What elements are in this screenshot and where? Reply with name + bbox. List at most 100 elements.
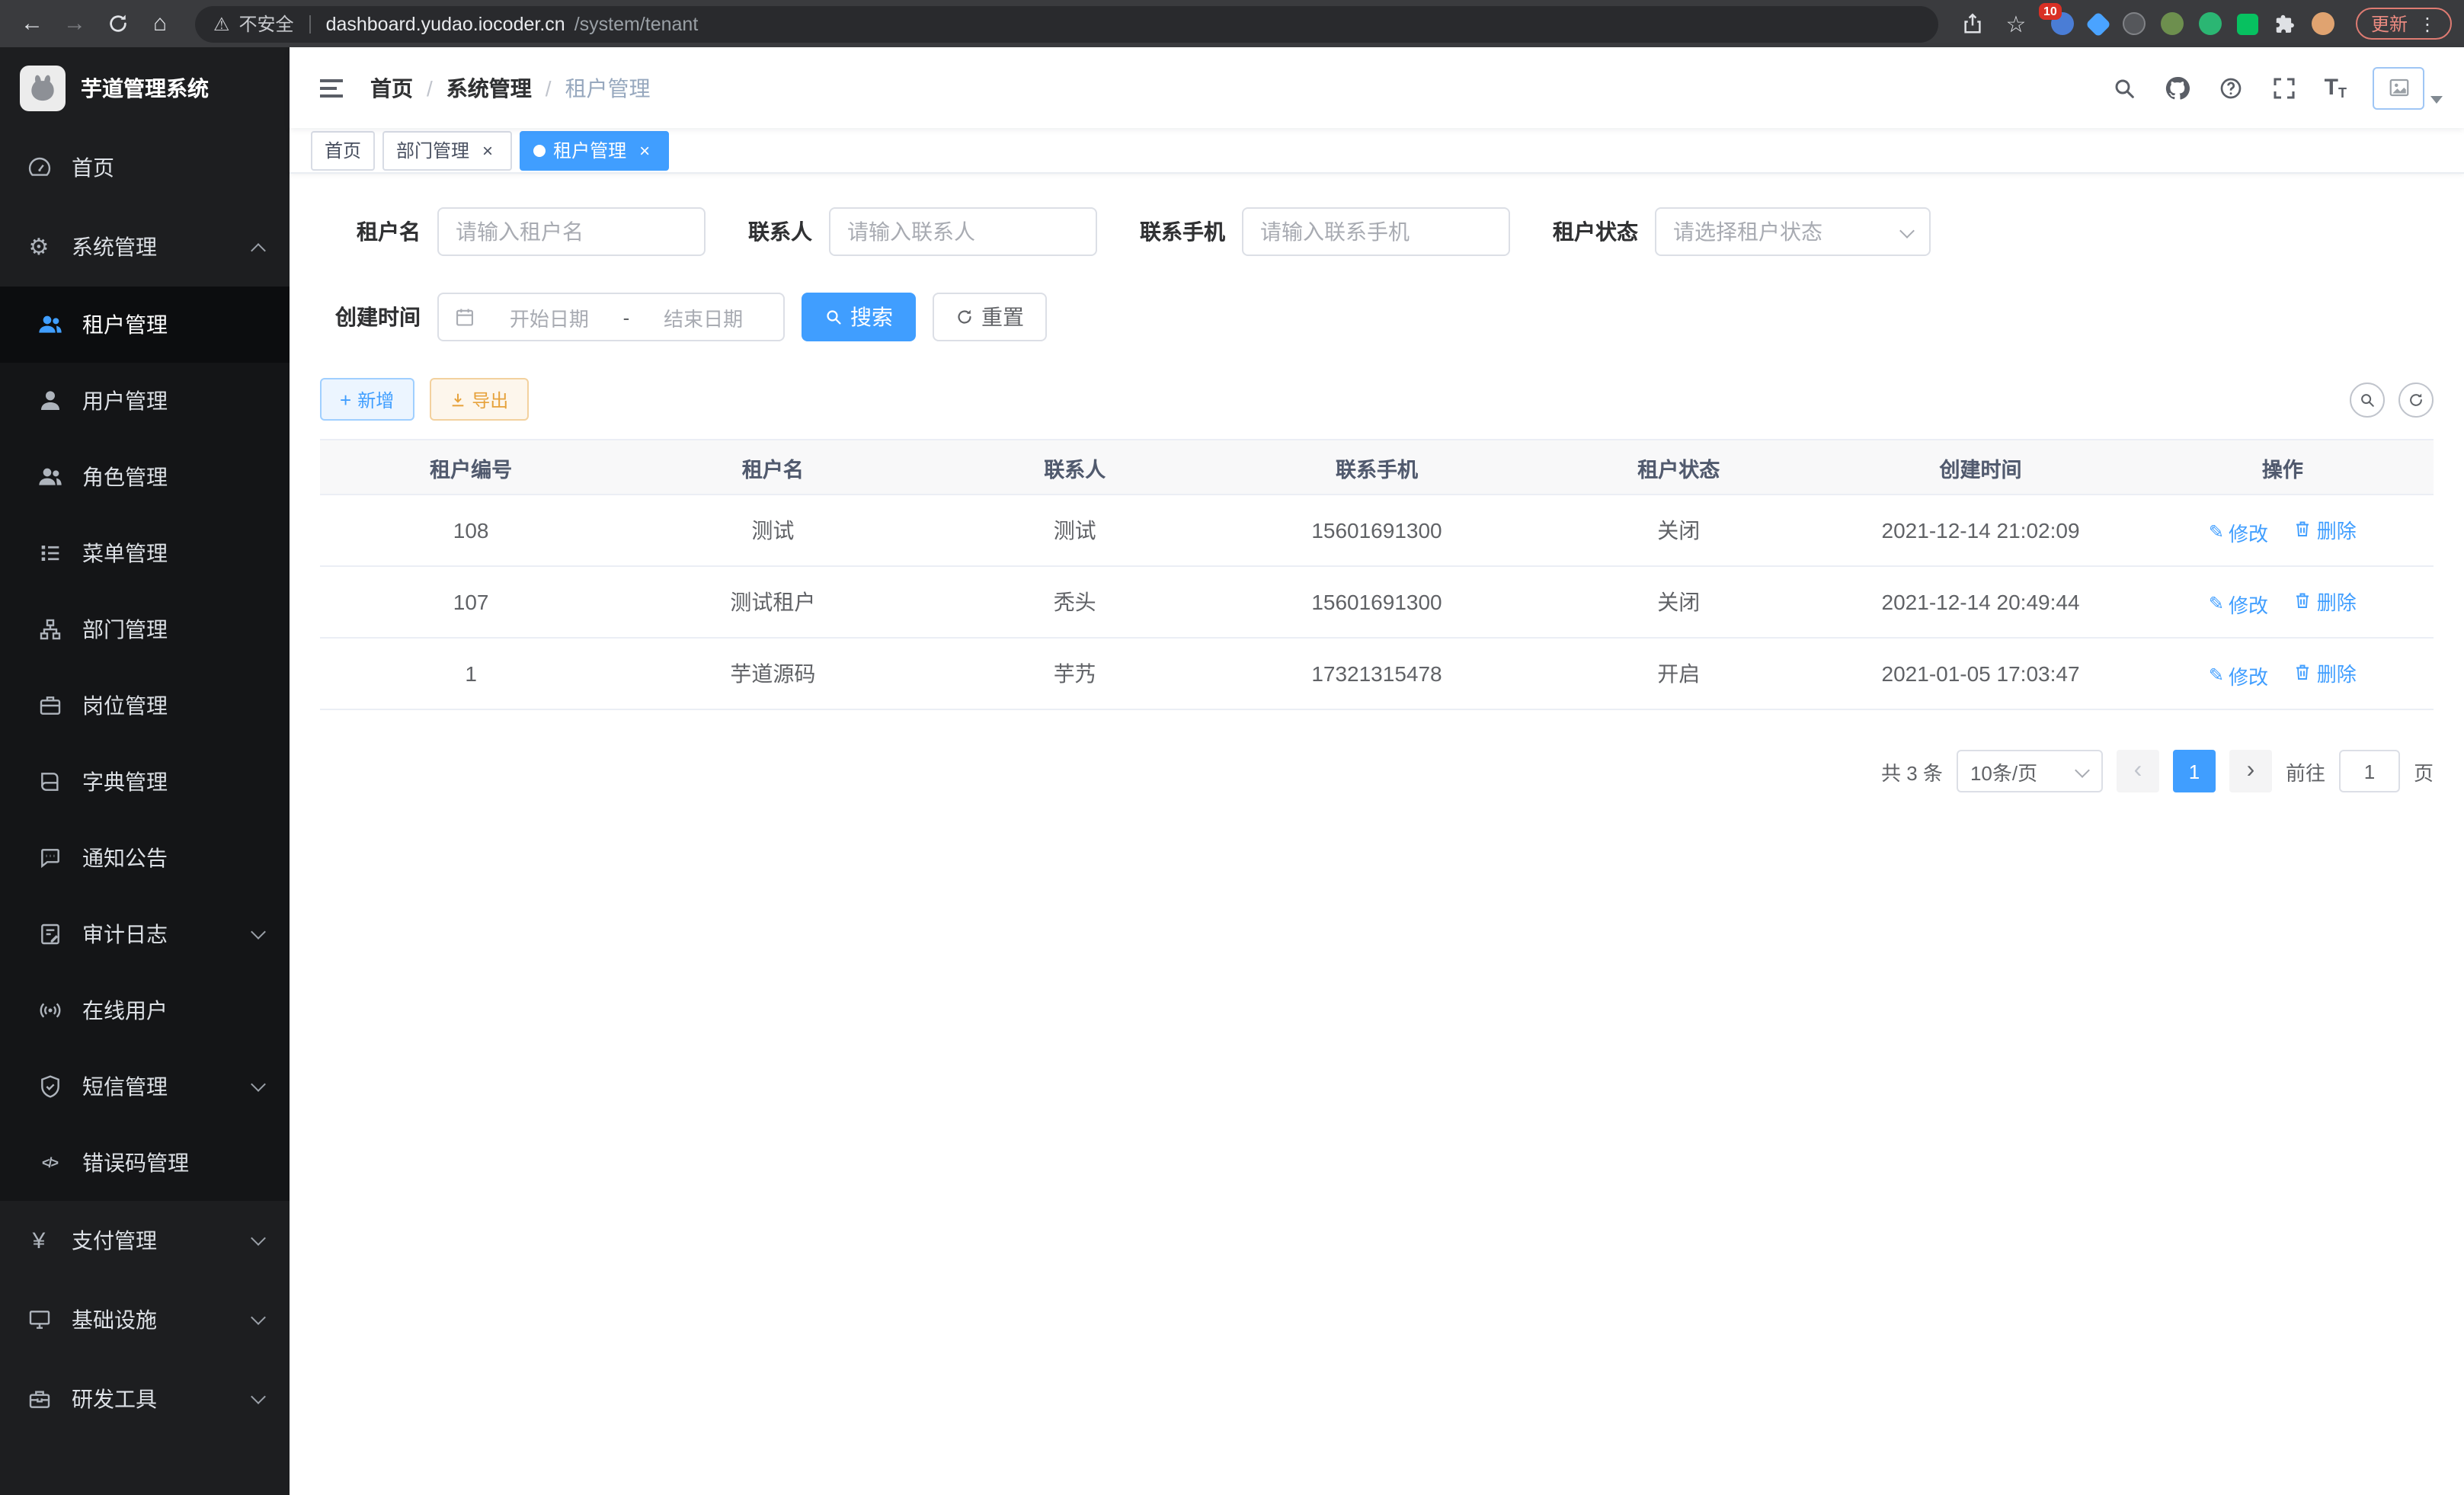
tab-home[interactable]: 首页 <box>311 130 375 170</box>
toolbar-right-actions <box>2350 382 2434 417</box>
sidebar-item-payment[interactable]: ¥ 支付管理 <box>0 1201 290 1280</box>
sidebar-item-infra[interactable]: 基础设施 <box>0 1280 290 1359</box>
fullscreen-icon[interactable] <box>2271 74 2299 101</box>
font-size-icon[interactable]: TT <box>2325 75 2347 101</box>
app-logo[interactable]: 芋道管理系统 <box>0 47 290 128</box>
breadcrumb-separator: / <box>427 75 433 100</box>
sidebar-item-home[interactable]: 首页 <box>0 128 290 207</box>
sidebar-item-error-code[interactable]: </> 错误码管理 <box>0 1125 290 1201</box>
sidebar: 芋道管理系统 首页 ⚙ 系统管理 租户管理 <box>0 47 290 1495</box>
close-icon[interactable]: × <box>477 139 498 161</box>
page-size-value: 10条/页 <box>1970 757 2037 786</box>
delete-label: 删除 <box>2317 514 2357 543</box>
sidebar-item-menu[interactable]: 菜单管理 <box>0 515 290 591</box>
cell-status: 开启 <box>1528 638 1829 709</box>
edit-link[interactable]: ✎修改 <box>2209 517 2268 546</box>
search-icon[interactable] <box>2111 74 2139 101</box>
breadcrumb-home[interactable]: 首页 <box>370 72 413 103</box>
home-icon[interactable]: ⌂ <box>140 5 180 42</box>
delete-link[interactable]: 删除 <box>2294 586 2357 615</box>
next-page-button[interactable]: › <box>2229 750 2272 792</box>
sidebar-item-audit-log[interactable]: 审计日志 <box>0 896 290 972</box>
date-range-picker[interactable]: 开始日期 - 结束日期 <box>437 293 785 341</box>
cell-tenant-name: 测试租户 <box>622 566 923 638</box>
sidebar-item-user[interactable]: 用户管理 <box>0 363 290 439</box>
reset-button[interactable]: 重置 <box>933 293 1047 341</box>
end-date-placeholder: 结束日期 <box>638 303 768 331</box>
delete-link[interactable]: 删除 <box>2294 514 2357 543</box>
sidebar-item-label: 研发工具 <box>72 1384 157 1414</box>
toggle-search-button[interactable] <box>2350 382 2385 417</box>
page-size-select[interactable]: 10条/页 <box>1957 750 2103 792</box>
logo-image <box>20 65 66 110</box>
sidebar-item-dept[interactable]: 部门管理 <box>0 591 290 667</box>
search-icon <box>824 308 843 326</box>
extension-icon-5[interactable] <box>2199 12 2222 35</box>
update-button[interactable]: 更新 ⋮ <box>2356 8 2452 40</box>
sidebar-item-sms[interactable]: 短信管理 <box>0 1048 290 1125</box>
edit-link[interactable]: ✎修改 <box>2209 661 2268 690</box>
address-bar[interactable]: ⚠ 不安全 dashboard.yudao.iocoder.cn /system… <box>195 5 1938 42</box>
user-avatar-menu[interactable] <box>2373 66 2443 109</box>
github-icon[interactable] <box>2165 74 2192 101</box>
tab-dept[interactable]: 部门管理 × <box>382 130 512 170</box>
status-select[interactable]: 请选择租户状态 <box>1655 207 1931 256</box>
tenant-name-input[interactable] <box>437 207 706 256</box>
refresh-icon <box>955 308 974 326</box>
search-button[interactable]: 搜索 <box>802 293 916 341</box>
cell-mobile: 17321315478 <box>1226 638 1528 709</box>
extension-icon-3[interactable] <box>2123 12 2146 35</box>
sidebar-toggle[interactable] <box>311 69 352 106</box>
profile-avatar[interactable] <box>2312 12 2334 35</box>
table-toolbar: + 新增 导出 <box>320 378 2434 421</box>
extension-badge: 10 <box>2039 3 2062 20</box>
tab-label: 租户管理 <box>553 137 626 163</box>
search-button-label: 搜索 <box>850 302 893 332</box>
sidebar-item-role[interactable]: 角色管理 <box>0 439 290 515</box>
page: ← → ⌂ ⚠ 不安全 dashboard.yudao.iocoder.cn /… <box>0 0 2464 1495</box>
back-icon[interactable]: ← <box>12 5 52 42</box>
sidebar-item-post[interactable]: 岗位管理 <box>0 667 290 744</box>
message-icon <box>37 845 62 871</box>
goto-page-input[interactable] <box>2339 750 2400 792</box>
sidebar-item-label: 支付管理 <box>72 1225 157 1256</box>
browser-toolbar: ← → ⌂ ⚠ 不安全 dashboard.yudao.iocoder.cn /… <box>0 0 2464 47</box>
navbar-actions: TT <box>2111 66 2443 109</box>
avatar <box>2373 66 2424 109</box>
reload-icon[interactable] <box>98 5 137 42</box>
close-icon[interactable]: × <box>634 139 655 161</box>
sidebar-item-devtools[interactable]: 研发工具 <box>0 1359 290 1439</box>
extension-icon-6[interactable] <box>2237 13 2258 34</box>
sidebar-item-online-user[interactable]: 在线用户 <box>0 972 290 1048</box>
share-icon[interactable] <box>1954 5 1993 42</box>
sidebar-item-notice[interactable]: 通知公告 <box>0 820 290 896</box>
add-button[interactable]: + 新增 <box>320 378 414 421</box>
sidebar-item-label: 短信管理 <box>82 1071 168 1102</box>
export-button[interactable]: 导出 <box>429 378 528 421</box>
extension-icon-4[interactable] <box>2161 12 2184 35</box>
extension-icon-1[interactable]: 10 <box>2051 12 2074 35</box>
refresh-table-button[interactable] <box>2398 382 2434 417</box>
kebab-menu-icon[interactable]: ⋮ <box>2418 13 2437 34</box>
mobile-input[interactable] <box>1242 207 1510 256</box>
dashboard-icon <box>26 155 52 181</box>
sidebar-item-tenant[interactable]: 租户管理 <box>0 287 290 363</box>
tab-tenant[interactable]: 租户管理 × <box>520 130 669 170</box>
delete-link[interactable]: 删除 <box>2294 658 2357 687</box>
sidebar-item-dict[interactable]: 字典管理 <box>0 744 290 820</box>
add-button-label: 新增 <box>357 386 394 412</box>
breadcrumb-system[interactable]: 系统管理 <box>446 72 532 103</box>
forward-icon[interactable]: → <box>55 5 94 42</box>
prev-page-button[interactable]: ‹ <box>2117 750 2159 792</box>
tenant-name-label: 租户名 <box>320 216 437 247</box>
sidebar-item-system[interactable]: ⚙ 系统管理 <box>0 207 290 287</box>
url-domain: dashboard.yudao.iocoder.cn <box>326 13 565 34</box>
edit-link[interactable]: ✎修改 <box>2209 589 2268 618</box>
page-1-button[interactable]: 1 <box>2173 750 2216 792</box>
bookmark-star-icon[interactable]: ☆ <box>1996 5 2036 42</box>
extension-icon-2[interactable] <box>2089 14 2107 33</box>
contact-input[interactable] <box>829 207 1097 256</box>
briefcase-icon <box>37 693 62 719</box>
help-icon[interactable] <box>2218 74 2245 101</box>
extensions-puzzle-icon[interactable] <box>2274 12 2296 35</box>
